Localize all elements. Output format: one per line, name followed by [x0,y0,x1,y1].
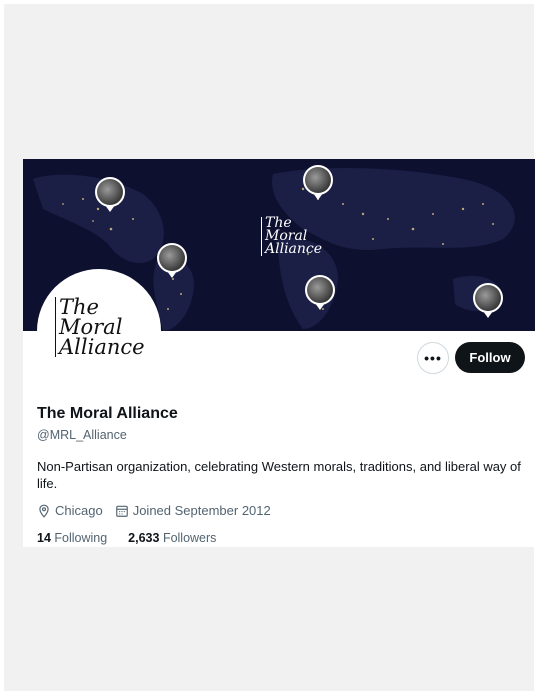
profile-name: The Moral Alliance [37,405,178,422]
followers-link[interactable]: 2,633 Followers [128,531,216,545]
follow-counts: 14 Following 2,633 Followers [37,531,216,545]
photo-pin-north-america[interactable] [95,177,125,212]
followers-label: Followers [162,531,217,545]
avatar-logo-line: Alliance [59,335,145,359]
following-count: 14 [37,531,51,545]
avatar-logo: The Moral Alliance [55,295,145,359]
profile-avatar[interactable]: The Moral Alliance [37,269,161,393]
avatar-logo-line: Moral [59,315,123,339]
photo-pin-south-america[interactable] [157,243,187,278]
follow-button[interactable]: Follow [455,342,525,373]
followers-count: 2,633 [128,531,160,545]
calendar-icon [115,505,128,517]
profile-joined: Joined September 2012 [132,503,271,518]
avatar-logo-line: The [59,295,99,319]
profile-card: The Moral Alliance The Moral Alliance ••… [23,159,535,547]
photo-pin-africa[interactable] [305,275,335,310]
profile-meta: Chicago Joined September 2012 [37,503,271,518]
following-link[interactable]: 14 Following [37,531,111,545]
banner-logo: The Moral Alliance [261,216,323,257]
following-label: Following [54,531,108,545]
photo-pin-australia[interactable] [473,283,503,318]
page-background: The Moral Alliance The Moral Alliance ••… [4,4,535,691]
more-options-icon[interactable]: ••• [417,342,449,374]
location-pin-icon [39,504,49,518]
banner-logo-line: Alliance [265,241,323,257]
profile-bio: Non-Partisan organization, celebrating W… [37,459,521,491]
profile-location: Chicago [55,503,103,518]
photo-pin-europe[interactable] [303,165,333,200]
profile-handle: @MRL_Alliance [37,428,127,442]
